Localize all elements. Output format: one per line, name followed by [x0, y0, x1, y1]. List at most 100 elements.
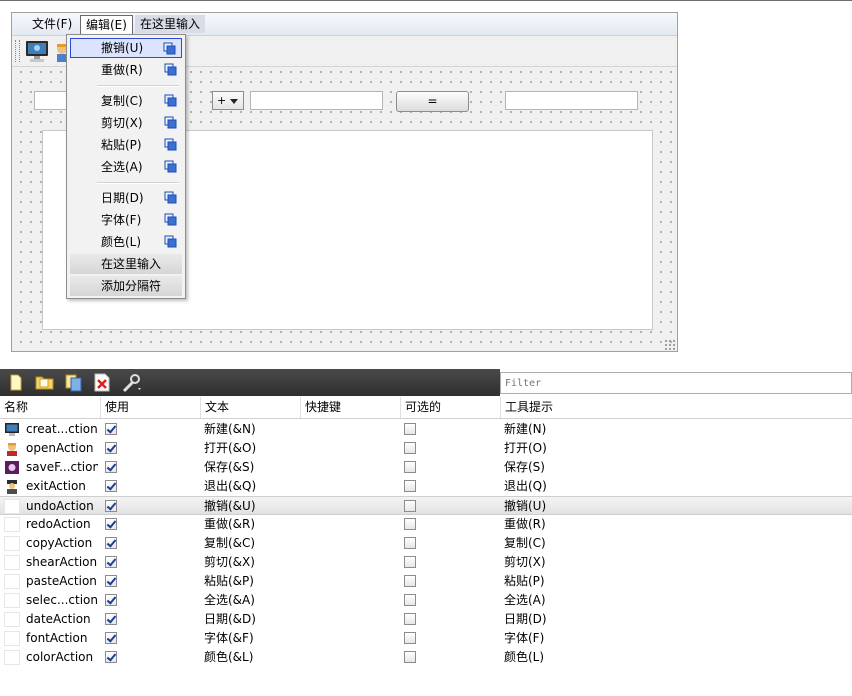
used-checkbox[interactable] [105, 442, 117, 454]
shortcut-icon [164, 116, 177, 129]
used-checkbox[interactable] [105, 613, 117, 625]
result-input[interactable] [505, 91, 638, 110]
action-shortcut[interactable] [305, 420, 401, 439]
table-row[interactable]: pasteAction 粘贴(&P) 粘贴(P) [0, 572, 852, 591]
table-row[interactable]: shearAction 剪切(&X) 剪切(X) [0, 553, 852, 572]
header-text[interactable]: 文本 [201, 397, 301, 418]
action-shortcut[interactable] [305, 572, 401, 591]
blank-icon [4, 517, 20, 532]
monitor-icon[interactable] [24, 40, 50, 64]
checkable-checkbox[interactable] [404, 442, 416, 454]
header-tooltip[interactable]: 工具提示 [501, 397, 852, 418]
action-tooltip: 重做(R) [504, 517, 546, 531]
menu-item-redo[interactable]: 重做(R) [70, 60, 182, 80]
toolbar-grip-icon[interactable] [15, 40, 20, 62]
blank-icon [4, 555, 20, 570]
used-checkbox[interactable] [105, 500, 117, 512]
action-shortcut[interactable] [305, 610, 401, 629]
table-row[interactable]: creat...ction 新建(&N) 新建(N) [0, 420, 852, 439]
used-checkbox[interactable] [105, 461, 117, 473]
action-shortcut[interactable] [305, 497, 401, 516]
header-used[interactable]: 使用 [101, 397, 201, 418]
open-folder-icon[interactable] [35, 373, 55, 391]
menu-type-here[interactable]: 在这里输入 [135, 15, 206, 33]
menu-item-undo[interactable]: 撤销(U) [70, 38, 182, 58]
checkable-checkbox[interactable] [404, 518, 416, 530]
header-name[interactable]: 名称 [0, 397, 101, 418]
copy-action-icon[interactable] [64, 373, 84, 392]
action-tooltip: 复制(C) [504, 536, 546, 550]
configure-wrench-icon[interactable] [121, 372, 143, 393]
checkable-checkbox[interactable] [404, 594, 416, 606]
menu-edit[interactable]: 编辑(E) [80, 15, 133, 36]
action-tooltip: 保存(S) [504, 460, 545, 474]
used-checkbox[interactable] [105, 537, 117, 549]
header-shortcut[interactable]: 快捷键 [301, 397, 401, 418]
used-checkbox[interactable] [105, 651, 117, 663]
action-shortcut[interactable] [305, 648, 401, 667]
checkable-checkbox[interactable] [404, 480, 416, 492]
operator-combo[interactable]: + [212, 91, 244, 110]
action-shortcut[interactable] [305, 553, 401, 572]
table-row[interactable]: exitAction 退出(&Q) 退出(Q) [0, 477, 852, 496]
used-checkbox[interactable] [105, 556, 117, 568]
table-row[interactable]: fontAction 字体(&F) 字体(F) [0, 629, 852, 648]
menu-item-cut[interactable]: 剪切(X) [70, 113, 182, 133]
action-shortcut[interactable] [305, 629, 401, 648]
action-text: 新建(&N) [204, 422, 256, 436]
exit-person-icon [7, 480, 17, 494]
checkable-checkbox[interactable] [404, 423, 416, 435]
checkable-checkbox[interactable] [404, 461, 416, 473]
table-row[interactable]: redoAction 重做(&R) 重做(R) [0, 515, 852, 534]
action-shortcut[interactable] [305, 477, 401, 496]
action-text: 颜色(&L) [204, 650, 254, 664]
header-checkable[interactable]: 可选的 [401, 397, 501, 418]
table-row[interactable]: copyAction 复制(&C) 复制(C) [0, 534, 852, 553]
action-editor-toolbar [0, 369, 500, 396]
table-row[interactable]: selec...ction 全选(&A) 全选(A) [0, 591, 852, 610]
delete-action-icon[interactable] [93, 373, 111, 392]
checkable-checkbox[interactable] [404, 500, 416, 512]
menu-item-add-separator[interactable]: 添加分隔符 [70, 276, 182, 296]
menu-item-type-here[interactable]: 在这里输入 [70, 254, 182, 274]
used-checkbox[interactable] [105, 632, 117, 644]
used-checkbox[interactable] [105, 575, 117, 587]
table-row[interactable]: dateAction 日期(&D) 日期(D) [0, 610, 852, 629]
checkable-checkbox[interactable] [404, 651, 416, 663]
table-row[interactable]: undoAction 撤销(&U) 撤销(U) [0, 496, 852, 515]
used-checkbox[interactable] [105, 423, 117, 435]
checkable-checkbox[interactable] [404, 575, 416, 587]
menu-item-font[interactable]: 字体(F) [70, 210, 182, 230]
action-shortcut[interactable] [305, 534, 401, 553]
action-shortcut[interactable] [305, 515, 401, 534]
used-checkbox[interactable] [105, 594, 117, 606]
action-shortcut[interactable] [305, 591, 401, 610]
blank-icon [4, 631, 20, 646]
table-row[interactable]: openAction 打开(&O) 打开(O) [0, 439, 852, 458]
menu-file[interactable]: 文件(F) [27, 15, 77, 33]
equals-button[interactable]: = [396, 91, 469, 112]
used-checkbox[interactable] [105, 518, 117, 530]
menu-separator [97, 182, 179, 184]
action-shortcut[interactable] [305, 439, 401, 458]
menu-item-color[interactable]: 颜色(L) [70, 232, 182, 252]
filter-input[interactable] [500, 372, 852, 394]
operand-2-input[interactable] [250, 91, 383, 110]
size-grip-icon[interactable] [664, 339, 676, 351]
menu-item-paste[interactable]: 粘贴(P) [70, 135, 182, 155]
table-row[interactable]: saveF...ction 保存(&S) 保存(S) [0, 458, 852, 477]
action-text: 全选(&A) [204, 593, 255, 607]
table-row[interactable]: colorAction 颜色(&L) 颜色(L) [0, 648, 852, 667]
menu-item-copy[interactable]: 复制(C) [70, 91, 182, 111]
checkable-checkbox[interactable] [404, 613, 416, 625]
used-checkbox[interactable] [105, 480, 117, 492]
new-action-icon[interactable] [9, 374, 23, 391]
menu-item-label: 日期(D) [101, 191, 144, 205]
action-shortcut[interactable] [305, 458, 401, 477]
checkable-checkbox[interactable] [404, 537, 416, 549]
person-icon[interactable] [54, 43, 66, 63]
menu-item-date[interactable]: 日期(D) [70, 188, 182, 208]
checkable-checkbox[interactable] [404, 556, 416, 568]
checkable-checkbox[interactable] [404, 632, 416, 644]
menu-item-select-all[interactable]: 全选(A) [70, 157, 182, 177]
